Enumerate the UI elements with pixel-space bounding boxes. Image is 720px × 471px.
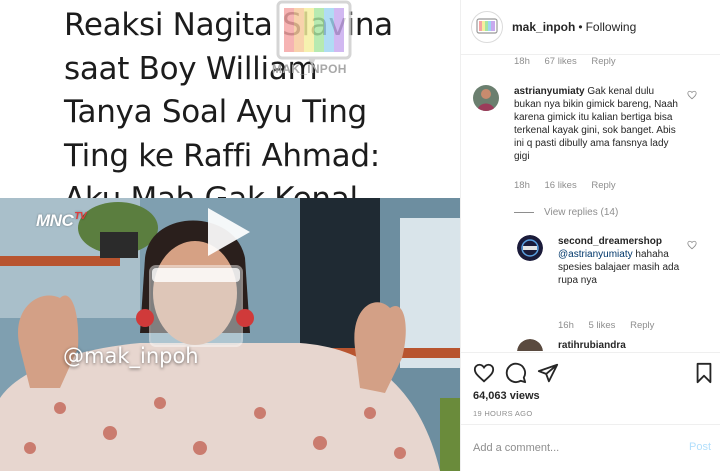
heart-icon[interactable] bbox=[687, 90, 697, 100]
comment-age: 16h bbox=[558, 320, 574, 331]
post-age[interactable]: 19 HOURS AGO bbox=[473, 409, 532, 418]
post-sidebar: mak_inpoh • Following 18h 67 likes Reply… bbox=[460, 0, 720, 471]
comment-input[interactable] bbox=[473, 438, 663, 458]
reply-button[interactable]: Reply bbox=[591, 180, 615, 191]
comment-meta: 18h 67 likes Reply bbox=[514, 56, 628, 67]
video-watermark: @mak_inpoh bbox=[63, 344, 199, 368]
post-actions: 64,063 views 19 HOURS AGO bbox=[461, 352, 720, 422]
post-media: Reaksi Nagita Slavina saat Boy William T… bbox=[0, 0, 460, 471]
add-comment-bar: Post bbox=[461, 424, 720, 471]
play-icon[interactable] bbox=[202, 208, 250, 256]
comment-likes[interactable]: 16 likes bbox=[545, 180, 577, 191]
comment-meta: 18h 16 likes Reply bbox=[514, 180, 628, 191]
comment-text-block: astrianyumiaty Gak kenal dulu bukan nya … bbox=[514, 85, 684, 163]
heart-icon[interactable] bbox=[687, 240, 697, 250]
comment-text: Gak kenal dulu bukan nya bikin gimick ba… bbox=[514, 86, 678, 162]
comment-age: 18h bbox=[514, 56, 530, 67]
share-icon[interactable] bbox=[537, 362, 559, 384]
comment-username[interactable]: astrianyumiaty bbox=[514, 86, 585, 97]
comment-icon[interactable] bbox=[505, 362, 527, 384]
commenter-avatar[interactable] bbox=[517, 339, 543, 351]
author-avatar[interactable] bbox=[471, 11, 503, 43]
view-replies-line bbox=[514, 212, 534, 213]
view-replies-label: View replies (14) bbox=[544, 207, 619, 218]
comment-text-block: second_dreamershop @astrianyumiaty hahah… bbox=[558, 235, 688, 287]
view-count[interactable]: 64,063 views bbox=[473, 390, 540, 402]
comment-likes[interactable]: 67 likes bbox=[545, 56, 577, 67]
brand-logo-text: MAK_INPOH bbox=[272, 62, 347, 76]
channel-logo-main: MNC bbox=[36, 211, 74, 230]
channel-logo-suffix: TV bbox=[74, 211, 86, 223]
post-comment-button[interactable]: Post bbox=[689, 441, 711, 453]
bookmark-icon[interactable] bbox=[693, 362, 715, 384]
comment-meta: 16h 5 likes Reply bbox=[558, 320, 666, 331]
header-separator: • bbox=[578, 20, 583, 34]
author-username[interactable]: mak_inpoh bbox=[512, 20, 575, 34]
view-replies-button[interactable]: View replies (14) bbox=[514, 207, 618, 218]
heart-icon[interactable] bbox=[473, 362, 495, 384]
post-header: mak_inpoh • Following bbox=[461, 0, 720, 55]
comment-username[interactable]: second_dreamershop bbox=[558, 236, 662, 247]
commenter-avatar[interactable] bbox=[473, 85, 499, 111]
reply-item: ratihrubiandra bbox=[517, 339, 717, 351]
comment-username[interactable]: ratihrubiandra bbox=[558, 340, 626, 351]
following-button[interactable]: Following bbox=[586, 20, 637, 34]
comment-mention[interactable]: @astrianyumiaty bbox=[558, 249, 633, 260]
comment-likes[interactable]: 5 likes bbox=[589, 320, 616, 331]
comment-item: astrianyumiaty Gak kenal dulu bukan nya … bbox=[473, 85, 713, 195]
brand-logo-icon bbox=[476, 18, 498, 34]
comments-list[interactable]: 18h 67 likes Reply astrianyumiaty Gak ke… bbox=[461, 55, 720, 351]
reply-button[interactable]: Reply bbox=[591, 56, 615, 67]
comment-age: 18h bbox=[514, 180, 530, 191]
comment-text-block: ratihrubiandra bbox=[558, 339, 688, 351]
commenter-avatar[interactable] bbox=[517, 235, 543, 261]
reply-button[interactable]: Reply bbox=[630, 320, 654, 331]
reply-item: second_dreamershop @astrianyumiaty hahah… bbox=[517, 235, 717, 335]
channel-logo: MNCTV bbox=[36, 211, 86, 231]
